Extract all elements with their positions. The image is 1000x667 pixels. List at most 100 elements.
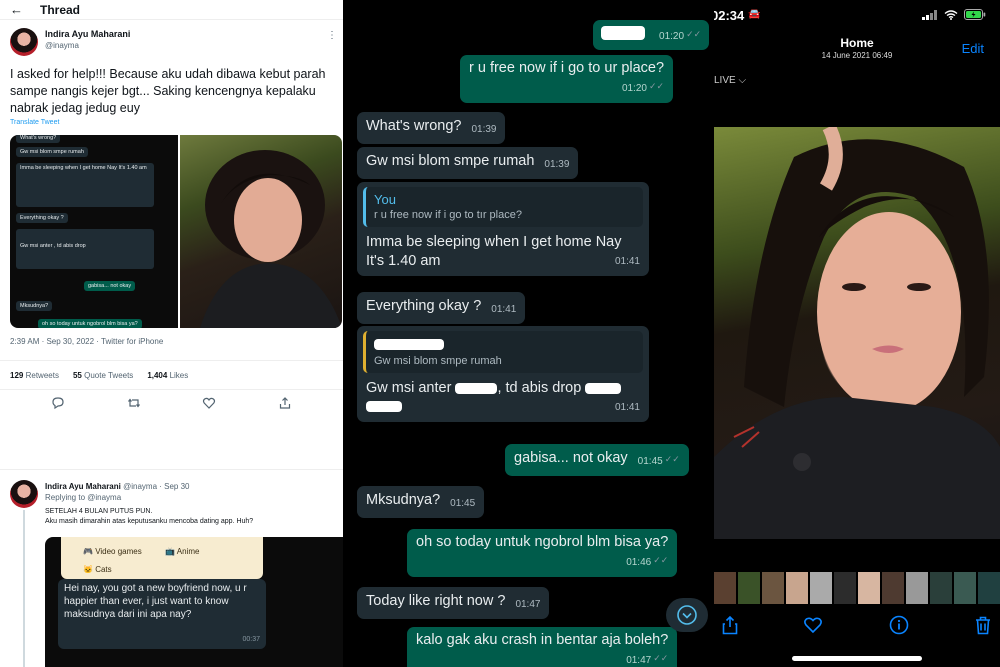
main-photo[interactable] <box>714 127 1000 539</box>
author-name[interactable]: Indira Ayu Maharani <box>45 28 130 40</box>
replying-to[interactable]: Replying to @inayma <box>45 492 189 503</box>
incoming-message[interactable]: Mksudnya? 01:45 <box>357 486 485 518</box>
retweet-icon[interactable] <box>127 396 141 413</box>
selfie-illustration <box>714 127 1000 539</box>
tweet-actions <box>0 396 343 413</box>
share-icon[interactable] <box>278 396 292 413</box>
outgoing-message[interactable]: oh so today untuk ngobrol blm bisa ya? 0… <box>407 529 678 577</box>
message-text: Imma be sleeping when I get home Nay <box>366 234 622 250</box>
redacted-text <box>585 382 622 394</box>
message-text: Mksudnya? <box>366 492 441 508</box>
outgoing-message[interactable]: 01:20 ✓✓ <box>593 20 710 50</box>
tweet-meta: 2:39 AM · Sep 30, 2022 · Twitter for iPh… <box>10 337 164 346</box>
thumbnail[interactable] <box>906 572 928 604</box>
thumbnail[interactable] <box>858 572 880 604</box>
thumbnail[interactable] <box>714 572 736 604</box>
incoming-message[interactable]: What's wrong? 01:39 <box>357 112 506 144</box>
thumbnail[interactable] <box>810 572 832 604</box>
edit-button[interactable]: Edit <box>962 41 984 56</box>
heart-icon[interactable] <box>803 616 823 634</box>
author-handle[interactable]: @inayma <box>45 40 130 52</box>
tweet-text: I asked for help!!! Because aku udah dib… <box>10 67 326 115</box>
incoming-message[interactable]: Gw msi blom smpe rumah 01:39 <box>357 147 579 179</box>
info-icon[interactable] <box>889 615 909 635</box>
thumbnail[interactable] <box>738 572 760 604</box>
selfie-thumbnail[interactable] <box>180 135 342 328</box>
car-icon: 🚘 <box>748 9 761 20</box>
mini-bubble: Gw msi blom smpe rumah <box>16 147 88 157</box>
interest-card: 🎮 Video games 📺 Anime 🐱 Cats <box>61 537 263 579</box>
mini-bubble: gabisa... not okay <box>84 281 136 291</box>
quoted-text: r u free now if i go to tır place? <box>374 209 522 221</box>
translate-link[interactable]: Translate Tweet <box>10 119 59 126</box>
mini-bubble: What's wrong? <box>16 135 61 143</box>
mini-bubble: Mksudnya? <box>16 301 53 311</box>
tweet-media[interactable]: What's wrong? Gw msi blom smpe rumah Imm… <box>10 135 342 328</box>
scroll-to-bottom-button[interactable] <box>666 598 708 632</box>
thumbnail[interactable] <box>954 572 976 604</box>
message-time: 01:45 <box>450 498 476 509</box>
redacted-text <box>374 338 444 350</box>
live-photo-toggle[interactable]: LIVE ⌵ <box>714 75 746 86</box>
thumbnail[interactable] <box>786 572 808 604</box>
quoted-message[interactable]: Gw msi blom smpe rumah <box>363 331 643 373</box>
message-time: 01:41 <box>614 256 640 267</box>
incoming-message[interactable]: Gw msi blom smpe rumah Gw msi anter , td… <box>357 326 649 422</box>
thumbnail[interactable] <box>978 572 1000 604</box>
outgoing-message[interactable]: gabisa... not okay 01:45 ✓✓ <box>505 444 689 476</box>
incoming-message[interactable]: You r u free now if i go to tır place? I… <box>357 182 649 276</box>
reply-media[interactable]: 🎮 Video games 📺 Anime 🐱 Cats Hei nay, yo… <box>45 537 343 667</box>
tweet-stats: 129 Retweets 55 Quote Tweets 1,404 Likes <box>0 360 343 390</box>
quoted-message[interactable]: You r u free now if i go to tır place? <box>363 187 643 227</box>
reply-header: Indira Ayu Maharani @inayma · Sep 30 Rep… <box>45 481 189 503</box>
thread-header: ← Thread <box>0 0 343 20</box>
chip-anime: 📺 Anime <box>165 547 200 556</box>
status-bar: 02:34 🚘 <box>714 8 1000 26</box>
message-bubble: Hei nay, you got a new boyfriend now, u … <box>58 579 266 649</box>
redacted-text <box>366 401 402 412</box>
thread-title: Thread <box>40 2 81 17</box>
thumbnail[interactable] <box>930 572 952 604</box>
quoted-text: Gw msi blom smpe rumah <box>374 355 502 367</box>
message-time: 00:37 <box>242 636 260 643</box>
thumbnail[interactable] <box>834 572 856 604</box>
chevron-down-icon <box>677 605 697 625</box>
thumbnail[interactable] <box>762 572 784 604</box>
share-icon[interactable] <box>722 615 738 635</box>
thumbnail-strip[interactable] <box>714 572 1000 604</box>
reply-author-name[interactable]: Indira Ayu Maharani <box>45 482 121 491</box>
avatar[interactable] <box>10 28 38 56</box>
wifi-icon <box>944 9 958 20</box>
status-clock: 02:34 <box>714 8 745 23</box>
message-text: Gw msi blom smpe rumah <box>366 153 535 169</box>
message-text: gabisa... not okay <box>514 450 628 466</box>
quotes-stat[interactable]: 55 Quote Tweets <box>73 371 133 380</box>
message-text: Hei nay, you got a new boyfriend now, u … <box>64 583 247 620</box>
read-receipt-icon: ✓✓ <box>664 454 680 464</box>
chat-screenshot-thumbnail[interactable]: What's wrong? Gw msi blom smpe rumah Imm… <box>10 135 178 328</box>
likes-stat[interactable]: 1,404 Likes <box>147 371 188 380</box>
message-time: 01:46 <box>626 557 652 568</box>
message-time: 01:20 <box>659 31 685 42</box>
more-options-icon[interactable]: ⋮ <box>327 30 337 41</box>
avatar[interactable] <box>10 480 38 508</box>
tweet-author[interactable]: Indira Ayu Maharani @inayma <box>10 28 130 56</box>
like-icon[interactable] <box>202 396 216 413</box>
message-time: 01:41 <box>614 402 640 413</box>
thumbnail[interactable] <box>882 572 904 604</box>
reply-meta: @inayma · Sep 30 <box>123 482 190 491</box>
reply-icon[interactable] <box>51 396 65 413</box>
trash-icon[interactable] <box>974 615 992 635</box>
reply-avatar-wrap[interactable] <box>10 480 38 508</box>
outgoing-message[interactable]: kalo gak aku crash in bentar aja boleh? … <box>407 627 678 667</box>
whatsapp-chat[interactable]: 01:20 ✓✓ r u free now if i go to ur place… <box>343 0 714 667</box>
message-text: It's 1.40 am <box>366 253 441 269</box>
incoming-message[interactable]: Everything okay ? 01:41 <box>357 292 526 324</box>
message-time: 01:45 <box>637 456 663 467</box>
outgoing-message[interactable]: r u free now if i go to ur place? 01:20 ✓… <box>460 55 674 103</box>
message-time: 01:39 <box>544 159 570 170</box>
incoming-message[interactable]: Today like right now ? 01:47 <box>357 587 550 619</box>
retweets-stat[interactable]: 129 Retweets <box>10 371 59 380</box>
photos-app: 02:34 🚘 Home 14 June 2021 06:49 Edit LIV… <box>714 0 1000 667</box>
back-arrow-icon[interactable]: ← <box>10 2 40 17</box>
